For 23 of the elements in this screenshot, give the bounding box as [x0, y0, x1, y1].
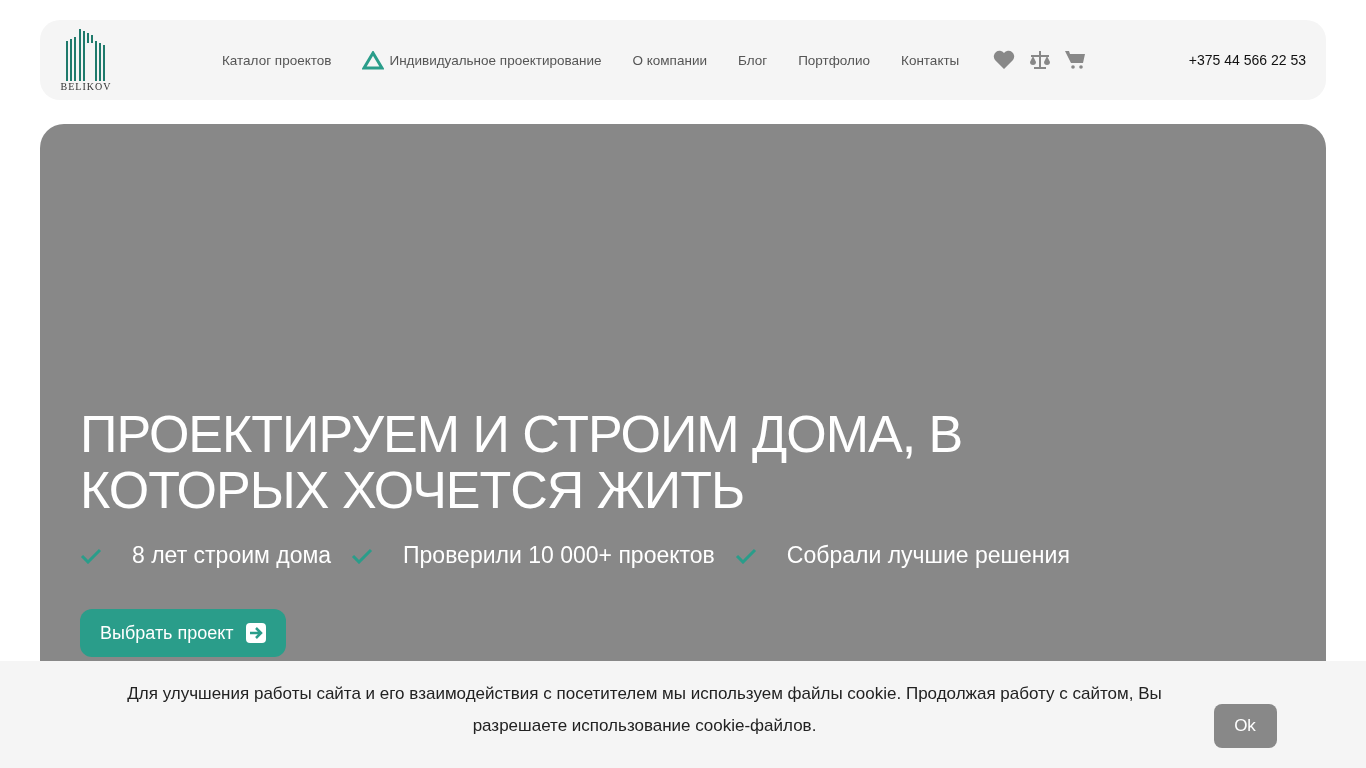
logo-text: BELIKOV — [60, 80, 112, 92]
ok-button[interactable]: Ok — [1213, 704, 1277, 748]
nav-link[interactable]: Контакты — [901, 52, 960, 68]
scales-icon[interactable] — [1029, 50, 1052, 70]
feature-text: Собрали лучшие решения — [786, 542, 1070, 569]
nav-link[interactable]: Каталог проектов — [222, 52, 332, 68]
nav-link[interactable]: Портфолио — [798, 52, 870, 68]
feature-text: Проверили 10 000+ проектов — [403, 542, 715, 569]
check-icon — [734, 547, 757, 564]
heart-icon[interactable] — [993, 50, 1016, 70]
triangle-icon — [362, 50, 385, 70]
arrow-icon — [245, 623, 266, 643]
nav-link[interactable]: Индивидуальное проектирование — [362, 50, 602, 70]
nav-link[interactable]: Блог — [738, 52, 768, 68]
check-icon — [351, 547, 374, 564]
logo-icon — [66, 28, 106, 81]
feature-text: 8 лет строим дома — [132, 542, 332, 569]
hero-title: ПРОЕКТИРУЕМ И СТРОИМ ДОМА, В КОТОРЫХ ХОЧЕТСЯ ЖИТЬ — [80, 406, 964, 518]
cookie-notice: Для улучшения работы сайта и его взаимодействия с посетителем мы используем файлы cookie. Продолжая работу с сайтом, Вы разрешаете использование cookie-файлов. — [126, 683, 1163, 737]
cart-icon[interactable] — [1065, 50, 1086, 70]
nav-link[interactable]: О компании — [632, 52, 707, 68]
check-icon — [80, 547, 102, 564]
phone-number[interactable]: +375 44 566 22 53 — [1188, 52, 1306, 68]
